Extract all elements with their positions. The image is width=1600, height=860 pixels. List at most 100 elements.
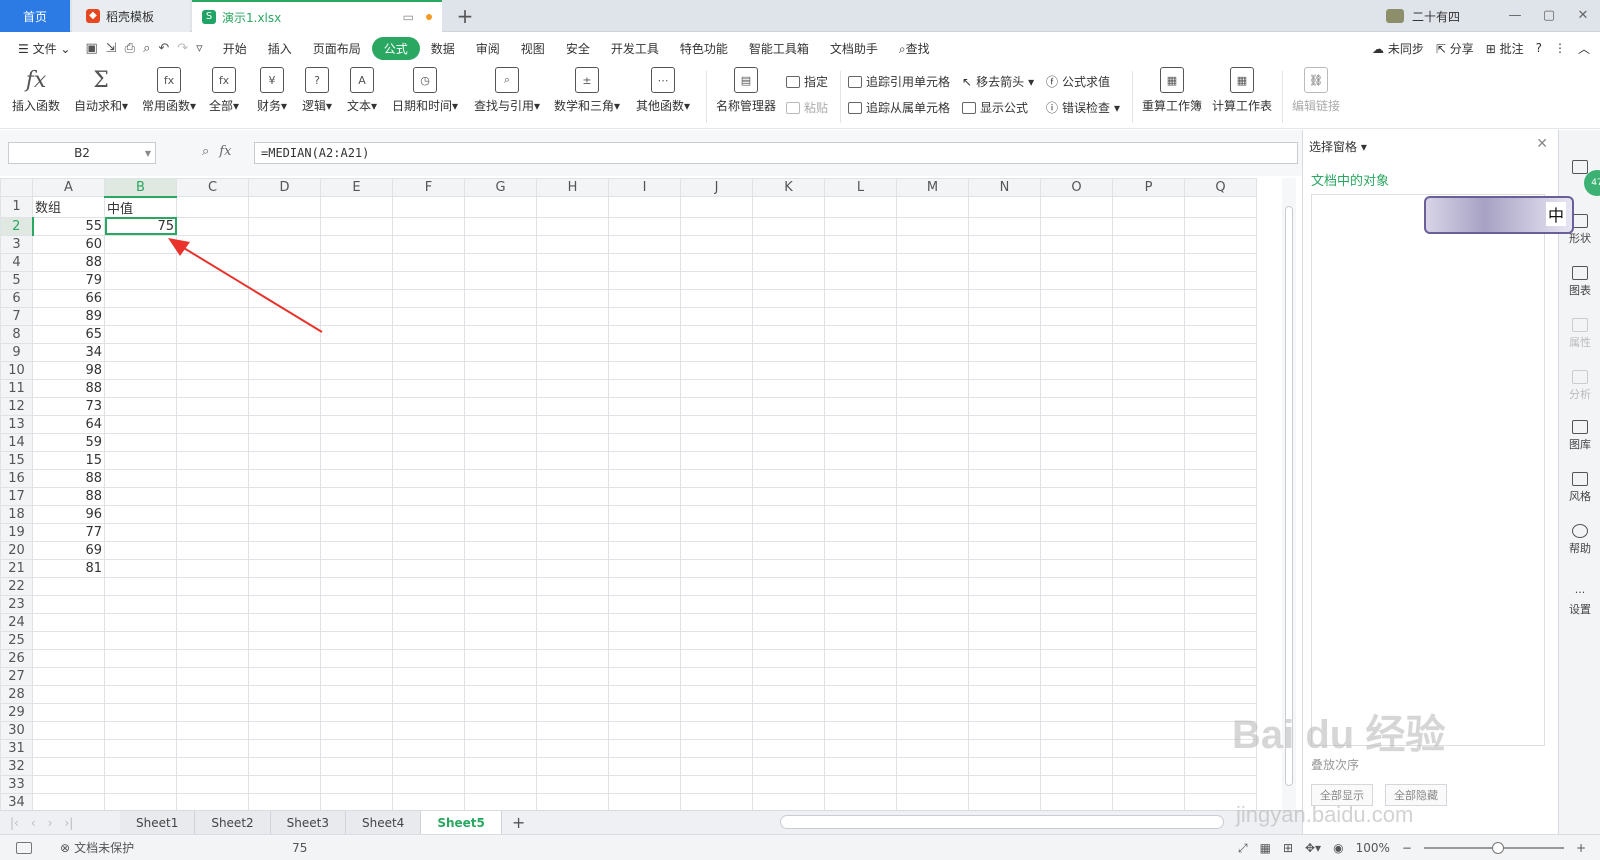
reading-mode-icon[interactable]: ✥▾ <box>1305 841 1321 855</box>
cell-J32[interactable] <box>680 756 753 776</box>
cell-J5[interactable] <box>680 270 753 290</box>
cell-Q17[interactable] <box>1184 486 1257 506</box>
cell-C24[interactable] <box>176 612 249 632</box>
cell-J7[interactable] <box>680 306 753 326</box>
cell-H13[interactable] <box>536 414 609 434</box>
cell-L8[interactable] <box>824 324 897 344</box>
cell-N17[interactable] <box>968 486 1041 506</box>
cell-L21[interactable] <box>824 558 897 578</box>
cell-N32[interactable] <box>968 756 1041 776</box>
row-header[interactable]: 21 <box>0 558 33 578</box>
cell-L14[interactable] <box>824 432 897 452</box>
cell-O18[interactable] <box>1040 504 1113 524</box>
row-header[interactable]: 4 <box>0 252 33 272</box>
cell-N31[interactable] <box>968 738 1041 758</box>
side-gallery[interactable]: 图库 <box>1559 420 1600 452</box>
cell-H26[interactable] <box>536 648 609 668</box>
cell-J16[interactable] <box>680 468 753 488</box>
cell-F2[interactable] <box>392 216 465 236</box>
cell-J17[interactable] <box>680 486 753 506</box>
row-header[interactable]: 23 <box>0 594 33 614</box>
cell-A4[interactable]: 88 <box>32 252 105 272</box>
cell-O12[interactable] <box>1040 396 1113 416</box>
trace-precedents-button[interactable]: 追踪引用单元格 <box>848 73 950 90</box>
cell-K16[interactable] <box>752 468 825 488</box>
cell-F13[interactable] <box>392 414 465 434</box>
cell-D9[interactable] <box>248 342 321 362</box>
side-settings[interactable]: ··· 设置 <box>1559 586 1600 617</box>
cell-I16[interactable] <box>608 468 681 488</box>
cell-E25[interactable] <box>320 630 393 650</box>
cell-D28[interactable] <box>248 684 321 704</box>
cell-J2[interactable] <box>680 216 753 236</box>
column-header[interactable]: O <box>1040 178 1113 197</box>
menu-insert[interactable]: 插入 <box>258 37 302 60</box>
cell-G30[interactable] <box>464 720 537 740</box>
fullscreen-icon[interactable]: ⤢ <box>1238 841 1248 856</box>
cell-A29[interactable] <box>32 702 105 722</box>
cell-L4[interactable] <box>824 252 897 272</box>
cell-I3[interactable] <box>608 234 681 254</box>
cell-K30[interactable] <box>752 720 825 740</box>
cell-H19[interactable] <box>536 522 609 542</box>
column-header[interactable]: Q <box>1184 178 1257 197</box>
ime-indicator[interactable]: 中 <box>1546 202 1567 226</box>
evaluate-formula-button[interactable]: ⓕ 公式求值 <box>1046 73 1110 90</box>
cell-J24[interactable] <box>680 612 753 632</box>
cell-H27[interactable] <box>536 666 609 686</box>
cell-N28[interactable] <box>968 684 1041 704</box>
cell-Q11[interactable] <box>1184 378 1257 398</box>
column-header[interactable]: L <box>824 178 897 197</box>
cell-D27[interactable] <box>248 666 321 686</box>
cell-D1[interactable] <box>248 196 321 218</box>
zoom-in-icon[interactable]: + <box>1576 841 1586 855</box>
cell-C4[interactable] <box>176 252 249 272</box>
cell-B25[interactable] <box>104 630 177 650</box>
share-button[interactable]: ⇱ 分享 <box>1436 40 1474 57</box>
cell-G6[interactable] <box>464 288 537 308</box>
cell-A3[interactable]: 60 <box>32 234 105 254</box>
cell-E27[interactable] <box>320 666 393 686</box>
column-header[interactable]: P <box>1112 178 1185 197</box>
cell-E23[interactable] <box>320 594 393 614</box>
logic-button[interactable]: ? 逻辑▾ <box>302 67 332 114</box>
cell-I12[interactable] <box>608 396 681 416</box>
cell-O27[interactable] <box>1040 666 1113 686</box>
cell-B28[interactable] <box>104 684 177 704</box>
cell-O15[interactable] <box>1040 450 1113 470</box>
cell-H29[interactable] <box>536 702 609 722</box>
cell-D23[interactable] <box>248 594 321 614</box>
cell-P1[interactable] <box>1112 196 1185 218</box>
error-check-button[interactable]: ⓘ 错误检查 ▾ <box>1046 99 1120 116</box>
cell-H20[interactable] <box>536 540 609 560</box>
cell-F27[interactable] <box>392 666 465 686</box>
cell-F30[interactable] <box>392 720 465 740</box>
cell-O2[interactable] <box>1040 216 1113 236</box>
cell-E17[interactable] <box>320 486 393 506</box>
cell-J12[interactable] <box>680 396 753 416</box>
cell-F20[interactable] <box>392 540 465 560</box>
cell-F1[interactable] <box>392 196 465 218</box>
cell-D5[interactable] <box>248 270 321 290</box>
cell-G26[interactable] <box>464 648 537 668</box>
recalc-workbook-button[interactable]: ▦ 重算工作簿 <box>1142 67 1202 114</box>
cell-P4[interactable] <box>1112 252 1185 272</box>
side-style[interactable]: 风格 <box>1559 472 1600 504</box>
cell-M17[interactable] <box>896 486 969 506</box>
cell-F9[interactable] <box>392 342 465 362</box>
cell-H30[interactable] <box>536 720 609 740</box>
insert-function-button[interactable]: fx 插入函数 <box>12 67 60 114</box>
cell-N5[interactable] <box>968 270 1041 290</box>
cell-E9[interactable] <box>320 342 393 362</box>
cell-B1[interactable]: 中值 <box>104 196 177 218</box>
cell-I18[interactable] <box>608 504 681 524</box>
cell-C21[interactable] <box>176 558 249 578</box>
name-box[interactable]: B2 ▼ <box>8 142 156 164</box>
cell-F5[interactable] <box>392 270 465 290</box>
cell-N1[interactable] <box>968 196 1041 218</box>
cell-P20[interactable] <box>1112 540 1185 560</box>
row-header[interactable]: 19 <box>0 522 33 542</box>
row-header[interactable]: 30 <box>0 720 33 740</box>
cell-M22[interactable] <box>896 576 969 596</box>
cell-D20[interactable] <box>248 540 321 560</box>
